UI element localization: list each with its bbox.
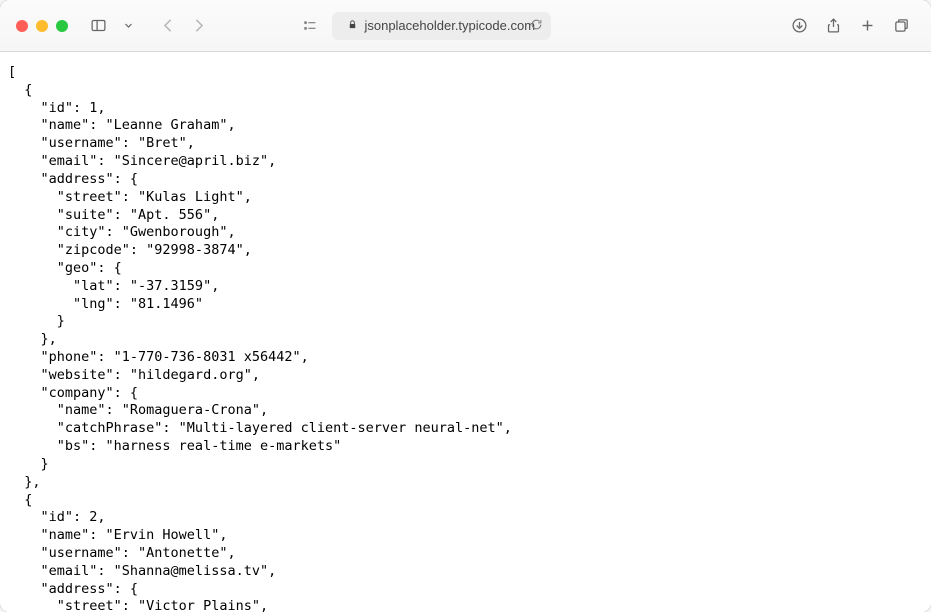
address-bar[interactable]: jsonplaceholder.typicode.com [332,12,551,40]
sidebar-menu-chevron-icon[interactable] [114,12,142,40]
maximize-window-button[interactable] [56,20,68,32]
minimize-window-button[interactable] [36,20,48,32]
share-button[interactable] [819,12,847,40]
back-button[interactable] [154,12,182,40]
sidebar-toggle-button[interactable] [84,12,112,40]
page-content: [ { "id": 1, "name": "Leanne Graham", "u… [0,52,931,612]
close-window-button[interactable] [16,20,28,32]
reload-button[interactable] [530,18,543,34]
forward-button[interactable] [184,12,212,40]
downloads-button[interactable] [785,12,813,40]
new-tab-button[interactable] [853,12,881,40]
tab-overview-button[interactable] [887,12,915,40]
lock-icon [347,18,358,33]
json-response-body: [ { "id": 1, "name": "Leanne Graham", "u… [8,64,923,612]
url-text: jsonplaceholder.typicode.com [364,18,535,33]
window-controls [16,20,68,32]
toolbar: jsonplaceholder.typicode.com [0,0,931,52]
browser-window: jsonplaceholder.typicode.com [0,0,931,612]
site-settings-button[interactable] [296,12,324,40]
